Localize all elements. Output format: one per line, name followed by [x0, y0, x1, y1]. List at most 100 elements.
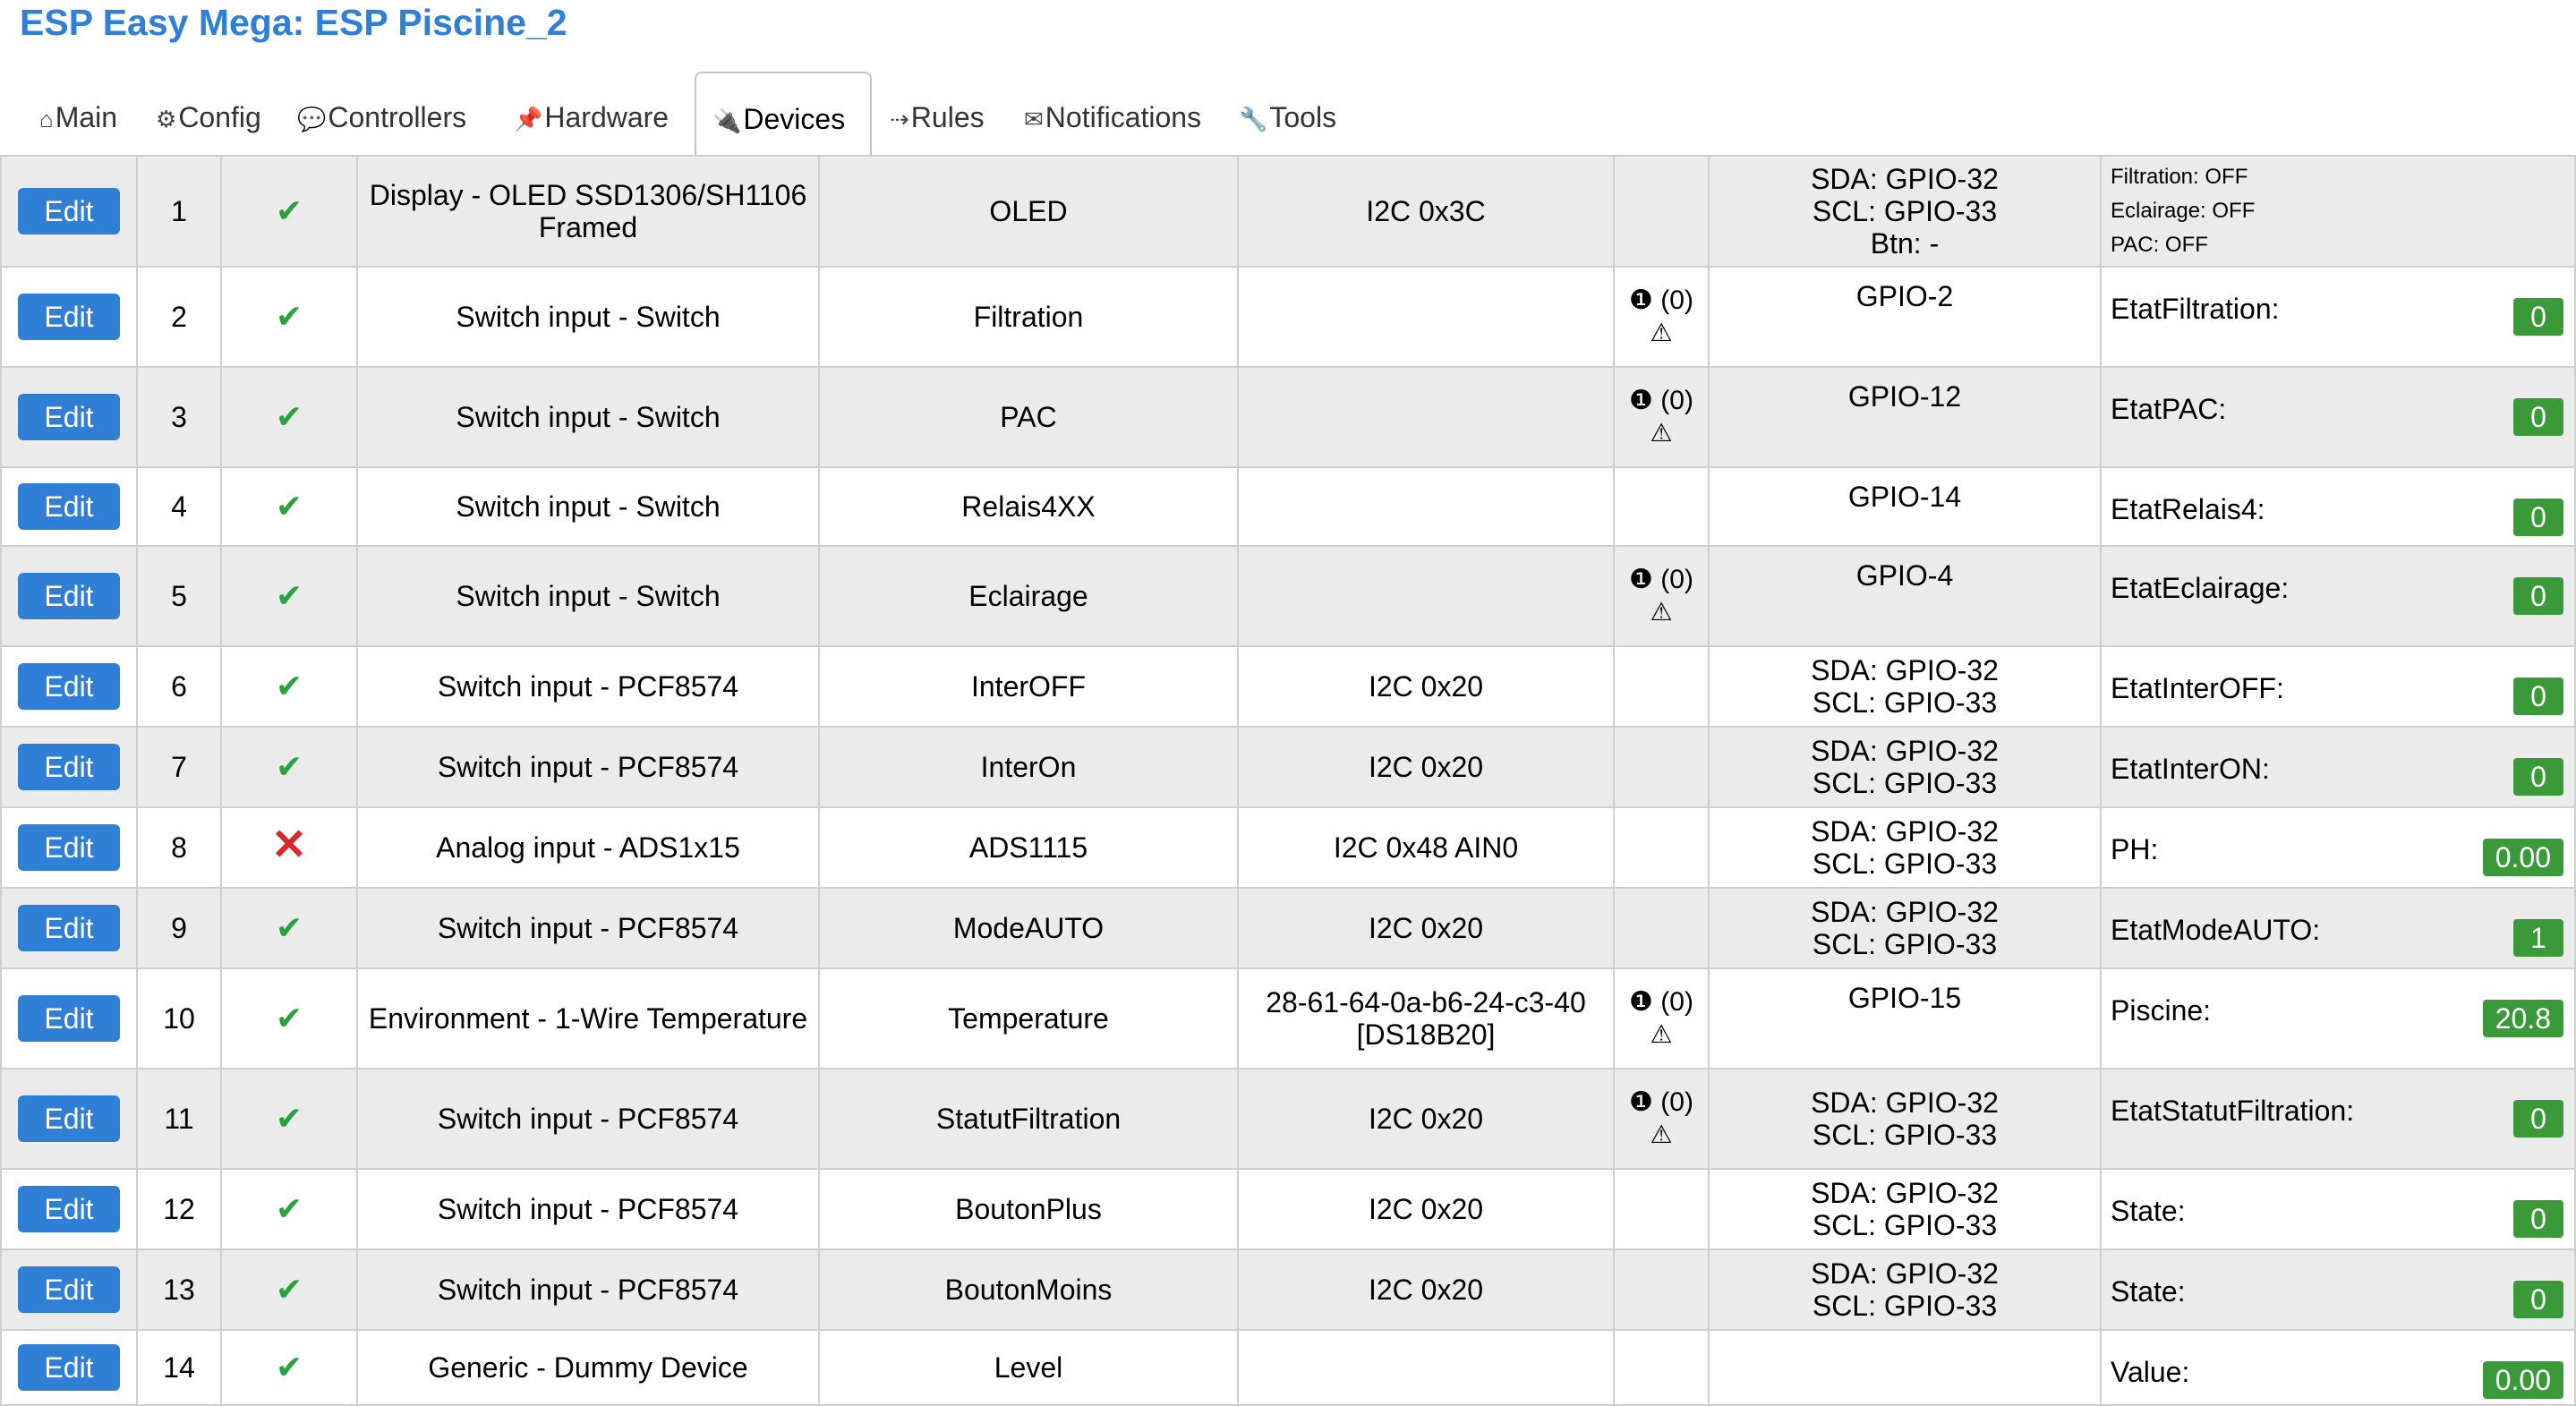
gpio-pins: SDA: GPIO-32 SCL: GPIO-33: [1708, 1248, 2102, 1331]
device-name: Level: [818, 1329, 1239, 1406]
device-values: PH: 0.00: [2100, 806, 2576, 889]
table-row: Edit 12 ✔ Switch input - PCF8574 BoutonPlus I…: [0, 1168, 2576, 1250]
task-number: 2: [136, 266, 222, 368]
table-row: Edit 2 ✔ Switch input - Switch Filtration ❶ (…: [0, 266, 2576, 368]
task-number: 6: [136, 645, 222, 728]
device-values: Piscine: 20.8: [2100, 967, 2576, 1069]
enabled-status: ✔: [220, 1248, 358, 1331]
tooltip-count: (0): [1660, 987, 1693, 1017]
tooltip-cell: [1613, 806, 1710, 889]
warning-icon[interactable]: ⚠: [1616, 1119, 1707, 1151]
tab-hardware[interactable]: 📌Hardware: [514, 72, 669, 154]
info-icon: ❶: [1629, 987, 1653, 1017]
tab-notifications[interactable]: ✉Notifications: [1024, 72, 1201, 154]
edit-button[interactable]: Edit: [18, 394, 120, 440]
edit-button[interactable]: Edit: [18, 1095, 120, 1142]
tab-tools[interactable]: 🔧Tools: [1239, 72, 1336, 154]
device-type: Switch input - Switch: [356, 266, 820, 368]
edit-button[interactable]: Edit: [18, 294, 120, 340]
warning-icon[interactable]: ⚠: [1616, 317, 1707, 349]
edit-button[interactable]: Edit: [18, 188, 120, 234]
warning-icon[interactable]: ⚠: [1616, 596, 1707, 628]
device-port: [1237, 266, 1615, 368]
value-name: PH:: [2111, 833, 2159, 865]
tab-rules[interactable]: ⇢Rules: [890, 72, 985, 154]
device-type: Switch input - PCF8574: [356, 645, 820, 728]
info-icon: ❶: [1629, 386, 1653, 415]
edit-button[interactable]: Edit: [18, 573, 120, 619]
enabled-status: ✔: [220, 466, 358, 547]
checkmark-icon: ✔: [275, 747, 303, 785]
edit-button[interactable]: Edit: [18, 905, 120, 951]
value-name: Value:: [2111, 1356, 2190, 1388]
table-row: Edit 4 ✔ Switch input - Switch Relais4XX GPIO…: [0, 466, 2576, 547]
device-port: I2C 0x20: [1237, 726, 1615, 808]
tooltip-count: (0): [1660, 285, 1693, 315]
wrench-icon: 🔧: [1239, 106, 1268, 132]
gpio-line: SCL: GPIO-33: [1812, 767, 1998, 799]
table-row: Edit 3 ✔ Switch input - Switch PAC ❶ (0) ⚠ GPIO…: [0, 366, 2576, 468]
value-name: EtatEclairage:: [2111, 572, 2290, 604]
device-type: Switch input - Switch: [356, 466, 820, 547]
edit-button[interactable]: Edit: [18, 663, 120, 710]
warning-icon[interactable]: ⚠: [1616, 417, 1707, 449]
device-type: Switch input - Switch: [356, 366, 820, 468]
device-values: EtatFiltration: 0: [2100, 266, 2576, 368]
gpio-line: SDA: GPIO-32: [1811, 654, 1999, 686]
value-name: State:: [2111, 1195, 2186, 1227]
edit-cell: Edit: [0, 645, 138, 728]
device-port: [1237, 545, 1615, 647]
checkmark-icon: ✔: [275, 1099, 303, 1137]
gpio-line: SDA: GPIO-32: [1811, 1177, 1999, 1209]
edit-button[interactable]: Edit: [18, 824, 120, 871]
value-name: State:: [2111, 1275, 2186, 1308]
tab-devices[interactable]: 🔌Devices: [695, 72, 872, 157]
device-type: Analog input - ADS1x15: [356, 806, 820, 889]
edit-cell: Edit: [0, 1329, 138, 1406]
tooltip-cell: [1613, 155, 1710, 268]
value-name: EtatModeAUTO:: [2111, 914, 2321, 946]
task-number: 13: [136, 1248, 222, 1331]
gpio-pins: GPIO-4: [1708, 545, 2102, 647]
edit-cell: Edit: [0, 726, 138, 808]
gpio-line: SDA: GPIO-32: [1811, 1086, 1999, 1119]
tab-main[interactable]: ⌂Main: [39, 72, 117, 154]
warning-icon[interactable]: ⚠: [1616, 1018, 1707, 1051]
edit-button[interactable]: Edit: [18, 1186, 120, 1232]
edit-button[interactable]: Edit: [18, 995, 120, 1042]
value-line: Filtration: OFF: [2111, 165, 2248, 189]
edit-button[interactable]: Edit: [18, 1266, 120, 1313]
table-row: Edit 13 ✔ Switch input - PCF8574 BoutonMoins…: [0, 1248, 2576, 1331]
gpio-line: SCL: GPIO-33: [1812, 928, 1998, 960]
device-values: EtatStatutFiltration: 0: [2100, 1068, 2576, 1170]
device-port: I2C 0x20: [1237, 887, 1615, 969]
gpio-line: SDA: GPIO-32: [1811, 896, 1999, 928]
edit-button[interactable]: Edit: [18, 1344, 120, 1391]
edit-button[interactable]: Edit: [18, 483, 120, 530]
gpio-line: SCL: GPIO-33: [1812, 195, 1998, 227]
value-name: EtatInterOFF:: [2111, 672, 2284, 704]
device-values: State: 0: [2100, 1168, 2576, 1250]
gpio-line: SCL: GPIO-33: [1812, 1209, 1998, 1241]
gpio-line: SCL: GPIO-33: [1812, 1119, 1998, 1151]
value-badge: 0: [2513, 398, 2563, 436]
device-type: Switch input - PCF8574: [356, 1068, 820, 1170]
tooltip-cell: [1613, 645, 1710, 728]
gpio-pins: [1708, 1329, 2102, 1406]
device-name: BoutonPlus: [818, 1168, 1239, 1250]
gpio-line: SDA: GPIO-32: [1811, 1257, 1999, 1290]
tab-controllers[interactable]: 💬Controllers: [297, 72, 466, 154]
device-values: EtatInterOFF: 0: [2100, 645, 2576, 728]
device-values: EtatEclairage: 0: [2100, 545, 2576, 647]
edit-cell: Edit: [0, 1248, 138, 1331]
device-values: EtatRelais4: 0: [2100, 466, 2576, 547]
value-badge: 0.00: [2482, 839, 2563, 876]
tooltip-cell: ❶ (0) ⚠: [1613, 1068, 1710, 1170]
device-values: State: 0: [2100, 1248, 2576, 1331]
tab-config[interactable]: ⚙Config: [156, 72, 261, 154]
edit-button[interactable]: Edit: [18, 744, 120, 790]
table-row: Edit 1 ✔ Display - OLED SSD1306/SH1106 Fram…: [0, 155, 2576, 268]
device-type: Switch input - Switch: [356, 545, 820, 647]
device-values: Filtration: OFF Eclairage: OFF PAC: OFF: [2100, 155, 2576, 268]
checkmark-icon: ✔: [275, 576, 303, 614]
